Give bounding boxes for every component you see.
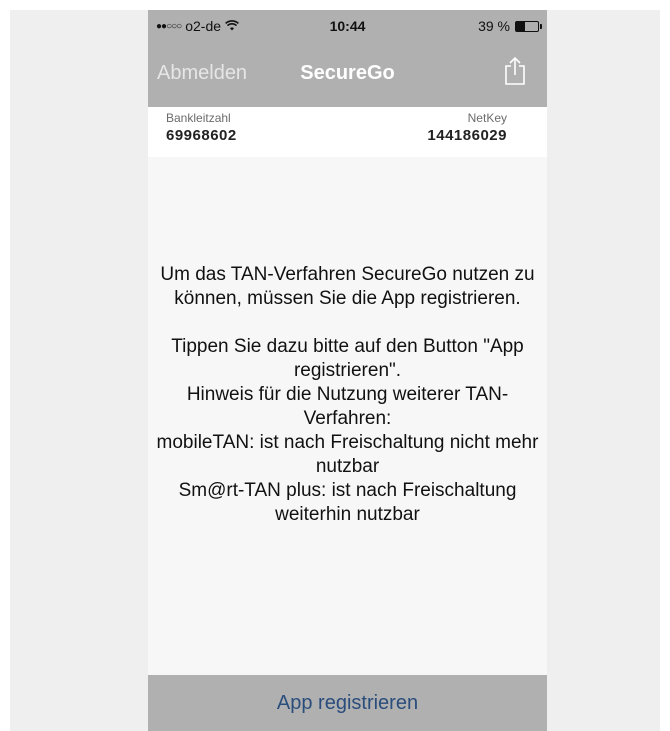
share-icon[interactable]	[503, 56, 527, 86]
message-smarttan: Sm@rt-TAN plus: ist nach Freischaltung w…	[178, 480, 517, 525]
message-instruction: Tippen Sie dazu bitte auf den Button "Ap…	[171, 336, 524, 381]
phone-screen: ●●○○○ o2-de 10:44 39 % Abmelden SecureGo	[148, 10, 547, 731]
netkey-value: 144186029	[427, 127, 507, 144]
message-mobiletan: mobileTAN: ist nach Freischaltung nicht …	[156, 432, 539, 477]
registration-message: Um das TAN-Verfahren SecureGo nutzen zu …	[153, 263, 542, 527]
navigation-bar: Abmelden SecureGo	[148, 44, 547, 107]
register-app-label: App registrieren	[276, 691, 419, 714]
bank-code-block: Bankleitzahl 69968602	[166, 111, 237, 144]
netkey-label: NetKey	[467, 111, 507, 125]
battery-fill	[516, 21, 525, 31]
battery-percent: 39 %	[478, 18, 510, 34]
message-intro: Um das TAN-Verfahren SecureGo nutzen zu …	[160, 264, 535, 309]
account-info: Bankleitzahl 69968602 NetKey 144186029	[148, 107, 547, 157]
status-right: 39 %	[478, 18, 542, 34]
bank-code-label: Bankleitzahl	[166, 111, 231, 125]
nav-title: SecureGo	[300, 62, 395, 84]
bank-code-value: 69968602	[166, 127, 237, 144]
battery-icon	[515, 20, 542, 32]
netkey-block: NetKey 144186029	[427, 111, 507, 144]
status-bar: ●●○○○ o2-de 10:44 39 %	[148, 10, 547, 44]
register-app-button[interactable]: App registrieren	[148, 675, 547, 731]
message-hint: Hinweis für die Nutzung weiterer TAN-Ver…	[186, 384, 509, 429]
